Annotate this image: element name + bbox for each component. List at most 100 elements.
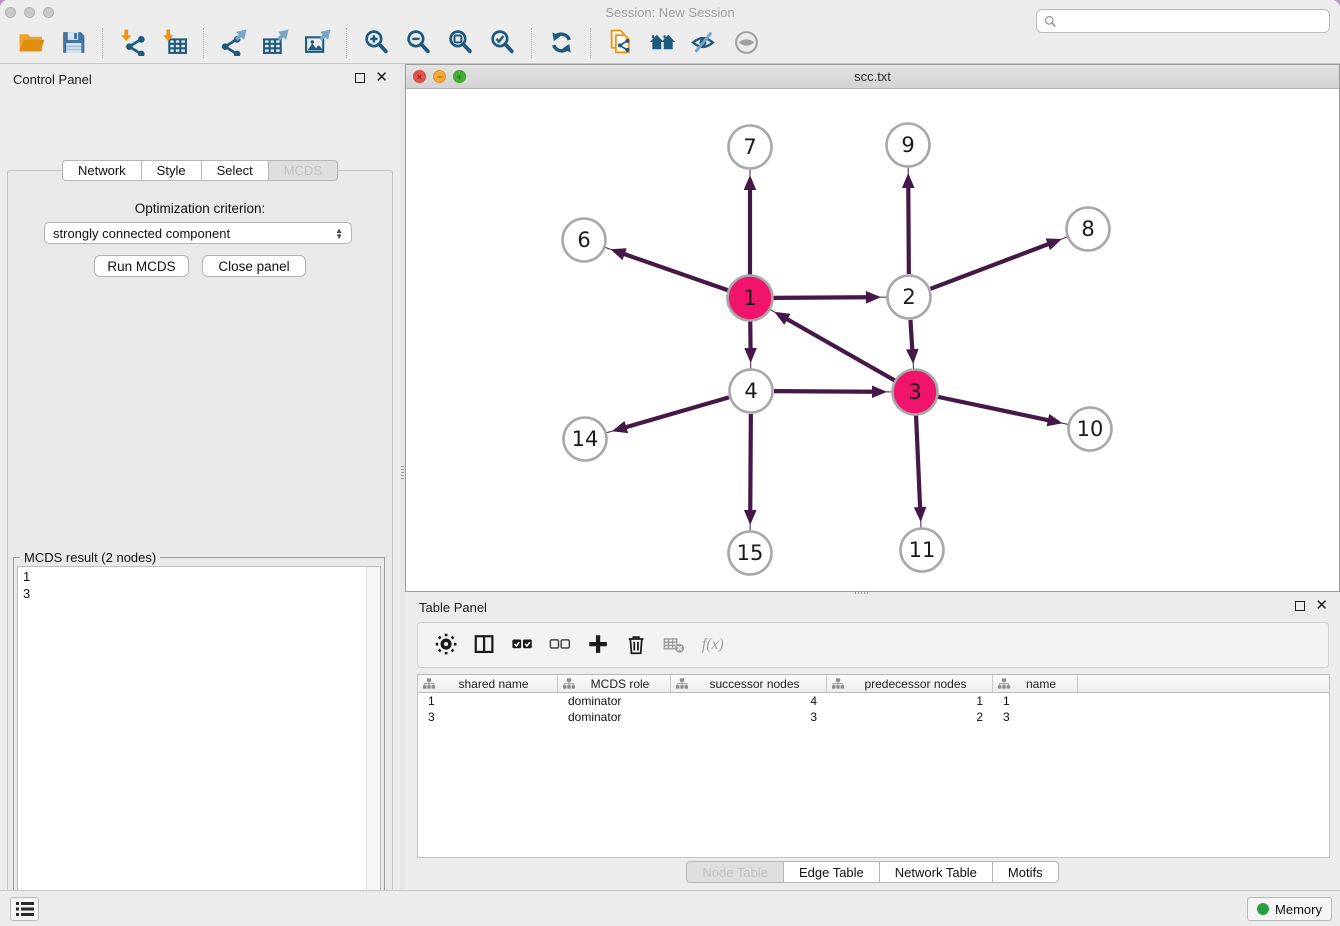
graph-edge-3-1[interactable]: [769, 309, 895, 381]
graph-node-10[interactable]: 10: [1069, 408, 1112, 451]
search-field[interactable]: [1036, 9, 1330, 33]
graph-node-4[interactable]: 4: [730, 370, 773, 413]
clone-network-button[interactable]: [604, 27, 636, 59]
apply-layout-button[interactable]: [545, 27, 577, 59]
table-cell[interactable]: 1: [993, 693, 1078, 709]
close-table-panel-icon[interactable]: ✕: [1315, 601, 1328, 611]
tab-node-table[interactable]: Node Table: [686, 861, 784, 883]
task-history-button[interactable]: [10, 897, 39, 921]
memory-button[interactable]: Memory: [1247, 897, 1332, 921]
export-image-button[interactable]: [301, 27, 333, 59]
float-panel-icon[interactable]: [355, 73, 365, 83]
criterion-dropdown[interactable]: strongly connected component ▲▼: [44, 222, 352, 244]
table-cell[interactable]: dominator: [558, 693, 671, 709]
export-network-button[interactable]: [217, 27, 249, 59]
search-input[interactable]: [1062, 11, 1329, 31]
float-table-panel-icon[interactable]: [1295, 601, 1305, 611]
network-canvas[interactable]: 7 9 6 8 1 2 4 3 14 10 15 11: [406, 89, 1339, 591]
mcds-scrollbar[interactable]: [366, 567, 380, 926]
tab-select[interactable]: Select: [202, 160, 269, 181]
open-session-button[interactable]: [15, 27, 47, 59]
close-panel-icon[interactable]: ✕: [375, 73, 388, 83]
deselect-all-button[interactable]: [546, 630, 576, 660]
table-toolbar: f(x): [417, 622, 1329, 668]
mcds-result-list[interactable]: 13: [17, 566, 381, 926]
column-header-MCDS-role[interactable]: MCDS role: [558, 675, 671, 692]
gear-icon: [435, 633, 459, 657]
table-row[interactable]: 1dominator411: [418, 693, 1329, 709]
graph-edge-4-15[interactable]: [744, 414, 757, 531]
tab-network[interactable]: Network: [62, 160, 142, 181]
import-network-button[interactable]: [116, 27, 148, 59]
graph-edge-3-11[interactable]: [914, 415, 927, 528]
graph-edge-4-3[interactable]: [774, 385, 893, 398]
table-cell[interactable]: dominator: [558, 709, 671, 725]
tab-motifs[interactable]: Motifs: [993, 861, 1059, 883]
graph-edge-2-8[interactable]: [931, 237, 1068, 289]
graph-edge-1-6[interactable]: [605, 247, 729, 290]
table-cell[interactable]: 3: [671, 709, 827, 725]
graph-node-15[interactable]: 15: [729, 532, 772, 575]
table-cell[interactable]: 4: [671, 693, 827, 709]
criterion-dropdown-value: strongly connected component: [53, 226, 335, 241]
graph-node-1[interactable]: 1: [728, 276, 773, 321]
graph-edge-2-3[interactable]: [906, 320, 919, 370]
table-cell[interactable]: 3: [993, 709, 1078, 725]
zoom-fit-button[interactable]: [444, 27, 476, 59]
horizontal-splitter-grip[interactable]: [855, 591, 869, 594]
table-cell[interactable]: 1: [418, 693, 558, 709]
zoom-selected-button[interactable]: [486, 27, 518, 59]
export-table-button[interactable]: [259, 27, 291, 59]
run-mcds-button[interactable]: Run MCDS: [94, 255, 189, 277]
tab-network-table[interactable]: Network Table: [880, 861, 993, 883]
delete-button[interactable]: [622, 630, 652, 660]
import-table-button[interactable]: [158, 27, 190, 59]
graph-node-6[interactable]: 6: [563, 219, 606, 262]
column-type-icon: [676, 678, 688, 689]
tab-style[interactable]: Style: [142, 160, 202, 181]
column-header-shared-name[interactable]: shared name: [418, 675, 558, 692]
first-neighbors-icon: [649, 29, 676, 56]
close-panel-button[interactable]: Close panel: [202, 255, 306, 277]
zoom-out-button[interactable]: [402, 27, 434, 59]
table-cell[interactable]: 2: [827, 709, 993, 725]
add-button[interactable]: [584, 630, 614, 660]
graph-node-9[interactable]: 9: [887, 124, 930, 167]
table-cell[interactable]: 1: [827, 693, 993, 709]
tab-mcds[interactable]: MCDS: [269, 160, 338, 181]
hide-selected-icon: [691, 29, 718, 56]
gear-button[interactable]: [432, 630, 462, 660]
mcds-result-item[interactable]: 3: [23, 585, 375, 602]
graph-edge-4-14[interactable]: [606, 397, 729, 433]
graph-node-8[interactable]: 8: [1067, 208, 1110, 251]
zoom-in-button[interactable]: [360, 27, 392, 59]
zoom-in-icon: [363, 29, 390, 56]
graph-node-7[interactable]: 7: [729, 126, 772, 169]
column-header-predecessor-nodes[interactable]: predecessor nodes: [827, 675, 993, 692]
delete-table-icon: [663, 633, 687, 657]
graph-edge-2-9[interactable]: [902, 167, 915, 274]
graph-node-11[interactable]: 11: [901, 529, 944, 572]
table-row[interactable]: 3dominator323: [418, 709, 1329, 725]
graph-edge-1-2[interactable]: [773, 291, 887, 304]
graph-node-2[interactable]: 2: [888, 276, 931, 319]
graph-node-14[interactable]: 14: [564, 418, 607, 461]
graph-edge-1-7[interactable]: [744, 169, 757, 275]
vertical-splitter-grip[interactable]: [401, 466, 404, 480]
export-table-icon: [262, 29, 289, 56]
graph-edge-1-4[interactable]: [744, 321, 757, 369]
graph-node-3[interactable]: 3: [893, 370, 938, 415]
toolbar-separator: [531, 28, 532, 58]
save-session-button[interactable]: [57, 27, 89, 59]
tab-edge-table[interactable]: Edge Table: [784, 861, 880, 883]
graph-node-label: 15: [737, 541, 764, 565]
graph-edge-3-10[interactable]: [938, 397, 1069, 427]
columns-button[interactable]: [470, 630, 500, 660]
column-header-name[interactable]: name: [993, 675, 1078, 692]
select-all-button[interactable]: [508, 630, 538, 660]
table-cell[interactable]: 3: [418, 709, 558, 725]
hide-selected-button[interactable]: [688, 27, 720, 59]
first-neighbors-button[interactable]: [646, 27, 678, 59]
column-header-successor-nodes[interactable]: successor nodes: [671, 675, 827, 692]
mcds-result-item[interactable]: 1: [23, 568, 375, 585]
